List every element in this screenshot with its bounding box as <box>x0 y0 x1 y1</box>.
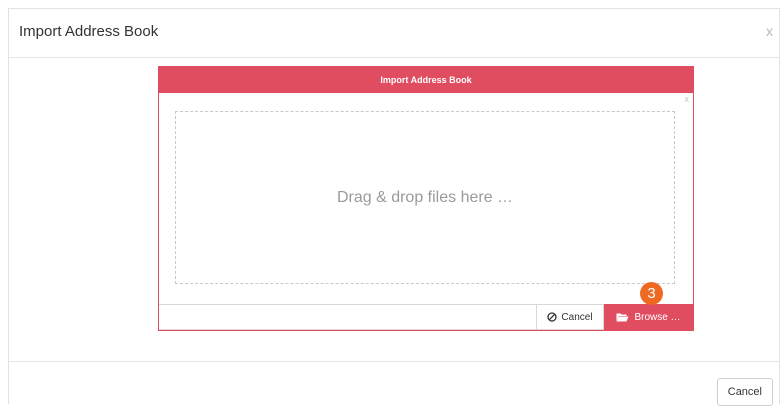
modal-header: Import Address Book x <box>9 9 779 58</box>
modal-title: Import Address Book <box>19 23 159 40</box>
file-cancel-button[interactable]: Cancel <box>536 304 604 330</box>
panel-title: Import Address Book <box>159 67 693 93</box>
browse-button[interactable]: Browse … <box>604 304 693 330</box>
browse-label: Browse … <box>634 311 681 323</box>
file-caption-field[interactable] <box>159 304 536 330</box>
ban-icon <box>547 312 558 322</box>
footer-cancel-button[interactable]: Cancel <box>716 378 773 406</box>
modal-close-button[interactable]: x <box>766 23 773 39</box>
step-number-badge: 3 <box>640 282 663 305</box>
dropzone-text: Drag & drop files here … <box>336 188 514 206</box>
panel-close-button[interactable]: x <box>685 94 690 104</box>
file-dropzone[interactable]: Drag & drop files here … <box>175 111 675 284</box>
file-input-panel: Import Address Book x Drag & drop files … <box>158 66 694 331</box>
file-input-bar: Cancel Browse … <box>159 304 693 330</box>
file-cancel-label: Cancel <box>561 311 593 323</box>
modal-footer: Cancel <box>9 361 779 406</box>
folder-open-icon <box>616 312 629 322</box>
